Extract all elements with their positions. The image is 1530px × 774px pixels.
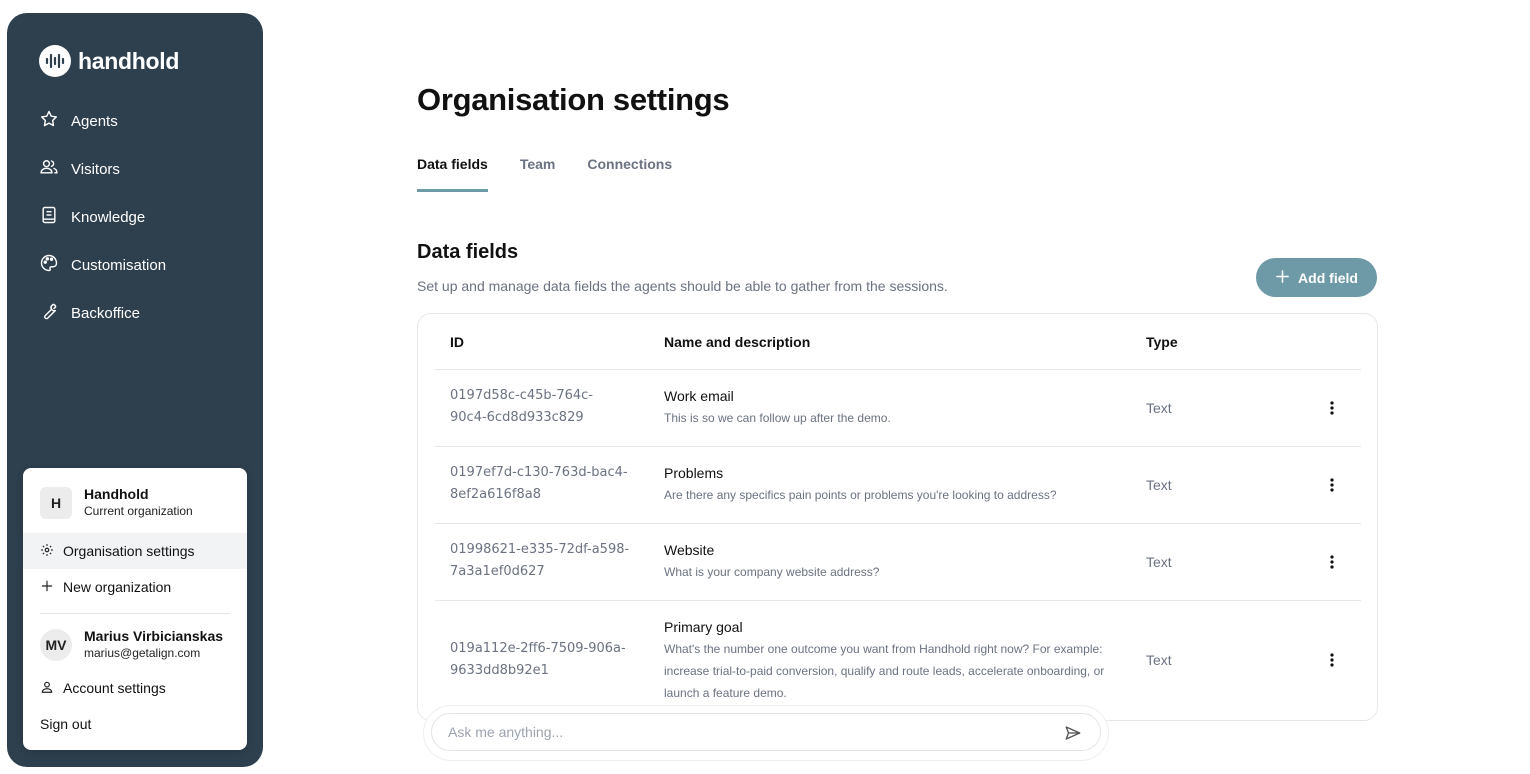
palette-icon <box>39 253 59 277</box>
new-organization-item[interactable]: New organization <box>23 569 247 605</box>
settings-tabs: Data fields Team Connections <box>417 154 704 192</box>
field-type: Text <box>1146 477 1172 493</box>
star-icon <box>39 109 59 133</box>
add-field-label: Add field <box>1298 269 1358 286</box>
current-org: H Handhold Current organization <box>40 486 193 520</box>
row-menu-button[interactable] <box>1320 648 1344 672</box>
send-button[interactable] <box>1062 722 1084 744</box>
column-header-id: ID <box>450 334 464 350</box>
chat-bar <box>423 705 1109 761</box>
nav-label-knowledge: Knowledge <box>71 208 146 226</box>
field-description: What's the number one outcome you want f… <box>664 642 1105 700</box>
column-header-name: Name and description <box>664 334 811 350</box>
menu-divider <box>40 613 230 614</box>
nav-label-agents: Agents <box>71 112 118 130</box>
row-menu-button[interactable] <box>1320 550 1344 574</box>
row-menu-button[interactable] <box>1320 473 1344 497</box>
main-nav: Agents Visitors Knowledge Customisation … <box>39 109 239 349</box>
account-menu: H Handhold Current organization Organisa… <box>23 468 247 750</box>
gear-icon <box>40 543 54 560</box>
nav-item-knowledge[interactable]: Knowledge <box>39 205 239 229</box>
user-icon <box>40 680 54 697</box>
brand-logo[interactable]: handhold <box>39 45 179 77</box>
nav-item-agents[interactable]: Agents <box>39 109 239 133</box>
brand-name: handhold <box>78 47 180 74</box>
field-description: Are there any specifics pain points or p… <box>664 488 1057 502</box>
field-name: Website <box>664 542 715 558</box>
book-icon <box>39 205 59 229</box>
user-avatar: MV <box>40 629 72 661</box>
field-type: Text <box>1146 554 1172 570</box>
user-name: Marius Virbicianskas <box>84 628 224 644</box>
current-user: MV Marius Virbicianskas marius@getalign.… <box>40 628 223 662</box>
table-row[interactable]: 01998621-e335-72df-a598- 7a3a1ef0d627 Web… <box>435 523 1361 600</box>
page-title: Organisation settings <box>417 82 730 117</box>
nav-label-visitors: Visitors <box>71 160 120 178</box>
tab-data-fields[interactable]: Data fields <box>417 154 488 192</box>
data-fields-table: ID Name and description Type 0197d58c-c4… <box>417 313 1378 721</box>
nav-item-customisation[interactable]: Customisation <box>39 253 239 277</box>
add-field-button[interactable]: Add field <box>1256 258 1377 297</box>
field-description: This is so we can follow up after the de… <box>664 411 891 425</box>
organisation-settings-label: Organisation settings <box>63 543 195 559</box>
field-id: 01998621-e335-72df-a598- 7a3a1ef0d627 <box>450 542 630 579</box>
section-title: Data fields <box>417 241 519 263</box>
field-name: Primary goal <box>664 619 743 635</box>
field-id: 0197ef7d-c130-763d-bac4- 8ef2a616f8a8 <box>450 465 628 502</box>
kebab-icon <box>1330 401 1334 415</box>
table-row[interactable]: 019a112e-2ff6-7509-906a- 9633dd8b92e1 Pri… <box>435 600 1361 720</box>
kebab-icon <box>1330 478 1334 492</box>
org-subtitle: Current organization <box>84 504 193 518</box>
plus-icon <box>40 579 54 596</box>
tab-connections[interactable]: Connections <box>587 154 672 192</box>
nav-item-visitors[interactable]: Visitors <box>39 157 239 181</box>
table-row[interactable]: 0197d58c-c45b-764c- 90c4-6cd8d933c829 Wor… <box>435 369 1361 446</box>
field-name: Work email <box>664 388 734 404</box>
kebab-icon <box>1330 653 1334 667</box>
account-settings-label: Account settings <box>63 680 166 696</box>
field-id: 019a112e-2ff6-7509-906a- 9633dd8b92e1 <box>450 641 626 678</box>
wrench-icon <box>39 301 59 325</box>
table-row[interactable]: 0197ef7d-c130-763d-bac4- 8ef2a616f8a8 Pro… <box>435 446 1361 523</box>
field-type: Text <box>1146 652 1172 668</box>
sign-out-item[interactable]: Sign out <box>23 706 247 742</box>
new-organization-label: New organization <box>63 579 172 595</box>
row-menu-button[interactable] <box>1320 396 1344 420</box>
account-settings-item[interactable]: Account settings <box>23 670 247 706</box>
users-icon <box>39 157 59 181</box>
nav-label-customisation: Customisation <box>71 256 167 274</box>
section-description: Set up and manage data fields the agents… <box>417 278 948 294</box>
org-avatar: H <box>40 487 72 519</box>
field-type: Text <box>1146 400 1172 416</box>
organisation-settings-item[interactable]: Organisation settings <box>23 533 247 569</box>
kebab-icon <box>1330 555 1334 569</box>
nav-item-backoffice[interactable]: Backoffice <box>39 301 239 325</box>
field-description: What is your company website address? <box>664 565 880 579</box>
field-id: 0197d58c-c45b-764c- 90c4-6cd8d933c829 <box>450 388 593 425</box>
column-header-type: Type <box>1146 334 1178 350</box>
plus-icon <box>1275 269 1290 287</box>
field-name: Problems <box>664 465 724 481</box>
user-email: marius@getalign.com <box>84 646 201 660</box>
tab-team[interactable]: Team <box>520 154 556 192</box>
sign-out-label: Sign out <box>40 716 92 732</box>
org-name: Handhold <box>84 486 149 502</box>
send-icon <box>1065 726 1081 740</box>
nav-label-backoffice: Backoffice <box>71 304 140 322</box>
chat-input[interactable] <box>431 713 1101 751</box>
handhold-logo-icon <box>39 45 71 77</box>
